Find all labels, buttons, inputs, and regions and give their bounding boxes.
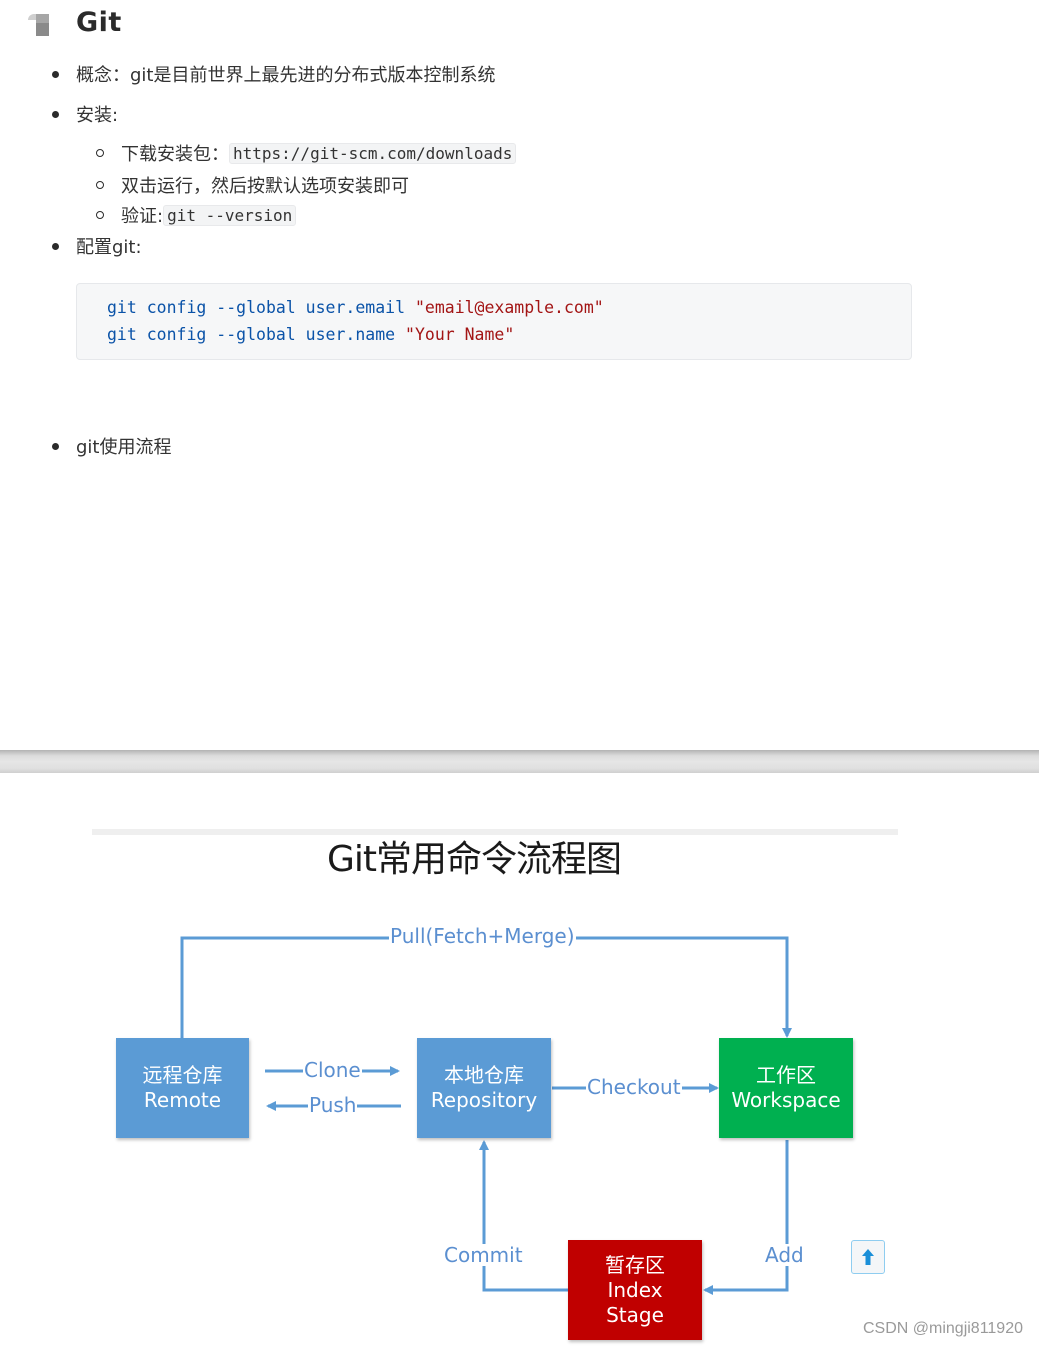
edge-label-add: Add — [764, 1243, 805, 1267]
back-to-top-button[interactable] — [851, 1240, 885, 1274]
edge-label-commit: Commit — [443, 1243, 524, 1267]
watermark: CSDN @mingji811920 — [862, 1320, 1023, 1337]
node-index-en2: Stage — [606, 1302, 664, 1327]
node-repository-cn: 本地仓库 — [444, 1063, 524, 1087]
edge-label-clone: Clone — [303, 1058, 362, 1082]
edge-label-push: Push — [308, 1093, 358, 1117]
edge-label-checkout: Checkout — [586, 1075, 682, 1099]
edge-pull — [180, 936, 792, 1038]
node-index: 暂存区 Index Stage — [568, 1240, 702, 1340]
node-remote-cn: 远程仓库 — [142, 1063, 223, 1087]
arrow-up-icon — [862, 1249, 874, 1265]
node-workspace-en: Workspace — [731, 1088, 841, 1112]
node-index-cn: 暂存区 — [605, 1252, 665, 1277]
node-remote: 远程仓库 Remote — [116, 1038, 249, 1138]
edge-label-pull: Pull(Fetch+Merge) — [389, 924, 576, 948]
node-workspace-cn: 工作区 — [756, 1063, 816, 1087]
node-remote-en: Remote — [143, 1088, 222, 1112]
flow-connectors — [180, 936, 792, 1295]
node-index-en: Index — [607, 1277, 663, 1302]
edge-commit — [479, 1140, 568, 1292]
node-repository-en: Repository — [430, 1088, 538, 1112]
edge-add — [703, 1140, 789, 1295]
node-repository: 本地仓库 Repository — [417, 1038, 551, 1138]
node-workspace: 工作区 Workspace — [719, 1038, 853, 1138]
